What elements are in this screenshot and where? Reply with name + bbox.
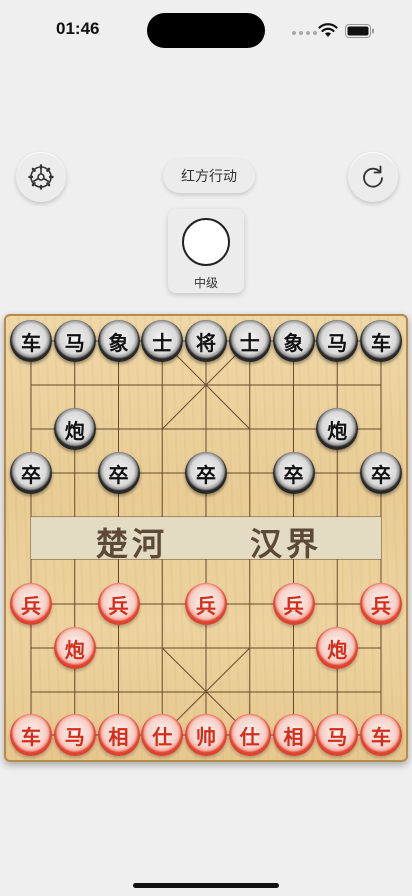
red-chariot-right-piece[interactable]: 车 [360, 714, 402, 756]
status-time: 01:46 [56, 19, 100, 38]
black-elephant-right-piece[interactable]: 象 [272, 320, 315, 362]
cellular-signal-icon [292, 31, 317, 35]
red-chariot-left-piece[interactable]: 车 [10, 714, 52, 756]
red-horse-right-piece[interactable]: 马 [316, 714, 359, 756]
home-indicator [133, 883, 279, 888]
settings-gear-icon [28, 164, 54, 190]
black-soldier-2-piece[interactable]: 卒 [97, 452, 140, 494]
black-general-piece[interactable]: 将 [185, 320, 227, 362]
black-advisor-right-piece[interactable]: 士 [228, 320, 271, 362]
restart-icon [363, 165, 383, 188]
ai-avatar-ring [182, 218, 230, 266]
black-advisor-left-piece[interactable]: 士 [141, 320, 184, 362]
black-soldier-1-piece[interactable]: 卒 [10, 452, 52, 494]
red-soldier-5-piece[interactable]: 兵 [360, 583, 402, 625]
settings-button[interactable] [16, 152, 66, 202]
red-general-piece[interactable]: 帅 [185, 714, 227, 756]
red-advisor-left-piece[interactable]: 仕 [141, 714, 184, 756]
red-elephant-left-piece[interactable]: 相 [97, 714, 140, 756]
red-soldier-1-piece[interactable]: 兵 [10, 583, 52, 625]
river [31, 517, 381, 559]
black-cannon-right-piece[interactable]: 炮 [316, 408, 359, 450]
black-chariot-left-piece[interactable]: 车 [10, 320, 52, 362]
difficulty-selector[interactable]: 中级 [168, 209, 244, 293]
red-soldier-3-piece[interactable]: 兵 [185, 583, 227, 625]
black-chariot-right-piece[interactable]: 车 [360, 320, 402, 362]
red-cannon-right-piece[interactable]: 炮 [316, 627, 359, 669]
red-soldier-4-piece[interactable]: 兵 [272, 583, 315, 625]
river-label-chu-he: 楚河 [96, 525, 169, 563]
difficulty-label: 中级 [193, 276, 218, 290]
red-horse-left-piece[interactable]: 马 [53, 714, 96, 756]
black-soldier-5-piece[interactable]: 卒 [360, 452, 402, 494]
black-soldier-3-piece[interactable]: 卒 [185, 452, 227, 494]
black-horse-left-piece[interactable]: 马 [53, 320, 96, 362]
black-soldier-4-piece[interactable]: 卒 [272, 452, 315, 494]
battery-icon [345, 24, 374, 38]
black-elephant-left-piece[interactable]: 象 [97, 320, 140, 362]
dynamic-island [147, 13, 265, 48]
turn-indicator: 红方行动 [163, 159, 255, 193]
red-soldier-2-piece[interactable]: 兵 [97, 583, 140, 625]
wifi-icon [318, 23, 338, 37]
river-label-han-jie: 汉界 [250, 525, 323, 563]
red-cannon-left-piece[interactable]: 炮 [53, 627, 96, 669]
red-elephant-right-piece[interactable]: 相 [272, 714, 315, 756]
red-advisor-right-piece[interactable]: 仕 [228, 714, 271, 756]
restart-button[interactable] [348, 152, 398, 202]
black-cannon-left-piece[interactable]: 炮 [53, 408, 96, 450]
black-horse-right-piece[interactable]: 马 [316, 320, 359, 362]
